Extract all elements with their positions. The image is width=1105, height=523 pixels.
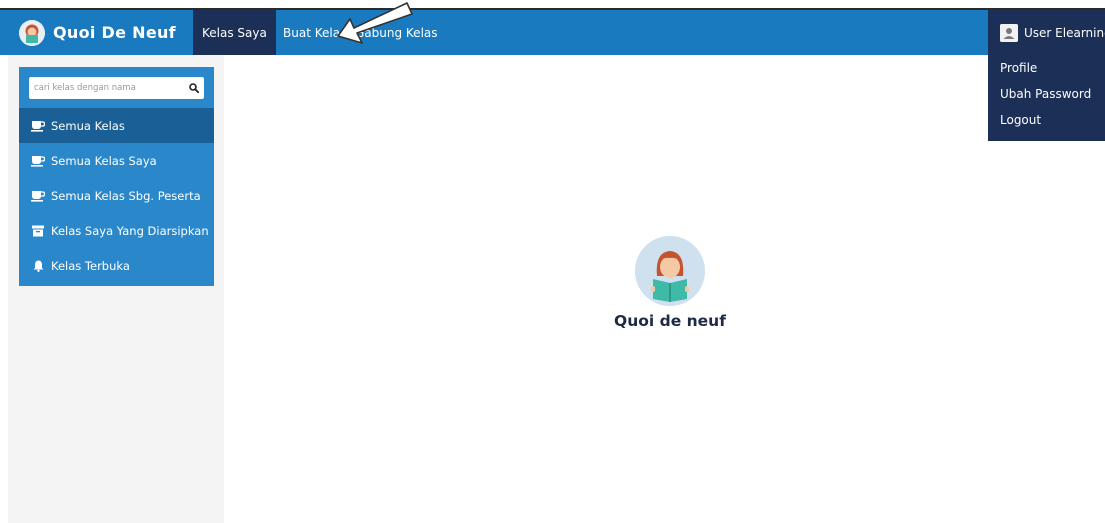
nav-kelas-saya-label: Kelas Saya <box>202 25 267 40</box>
brand-name: Quoi De Neuf <box>53 23 176 42</box>
sidebar-item-label: Semua Kelas Sbg. Peserta <box>51 188 201 203</box>
dropdown-item-ubah-password[interactable]: Ubah Password <box>1000 87 1091 101</box>
nav-kelas-saya[interactable]: Kelas Saya <box>193 10 276 55</box>
sidebar-item-semua-kelas[interactable]: Semua Kelas <box>19 108 214 143</box>
user-menu-toggle[interactable]: User Elearning <box>988 10 1105 55</box>
window-top-border <box>0 0 1105 10</box>
sidebar-item-semua-kelas-saya[interactable]: Semua Kelas Saya <box>19 143 214 178</box>
search-box <box>29 77 204 99</box>
sidebar-item-label: Kelas Terbuka <box>51 258 130 273</box>
brand-logo-icon <box>19 19 45 46</box>
brand[interactable]: Quoi De Neuf <box>19 10 176 55</box>
reading-girl-icon <box>635 236 705 306</box>
empty-state: Quoi de neuf <box>560 236 780 330</box>
nav-gabung-kelas[interactable]: Gabung Kelas <box>355 10 438 55</box>
empty-state-title: Quoi de neuf <box>614 312 726 330</box>
sidebar-item-semua-kelas-sbg-peserta[interactable]: Semua Kelas Sbg. Peserta <box>19 178 214 213</box>
nav-gabung-kelas-label: Gabung Kelas <box>355 25 438 40</box>
sidebar-item-label: Semua Kelas Saya <box>51 153 157 168</box>
cup-icon <box>31 189 45 203</box>
nav-buat-kelas[interactable]: Buat Kelas <box>283 10 346 55</box>
search-input[interactable] <box>29 78 184 98</box>
sidebar-item-label: Semua Kelas <box>51 118 125 133</box>
sidebar: Semua Kelas Semua Kelas Saya Semua Kelas… <box>19 67 214 286</box>
sidebar-item-kelas-terbuka[interactable]: Kelas Terbuka <box>19 248 214 283</box>
search-icon[interactable] <box>184 77 204 99</box>
top-navbar: Quoi De Neuf Kelas Saya Buat Kelas Gabun… <box>0 10 1105 55</box>
dropdown-item-profile[interactable]: Profile <box>1000 61 1037 75</box>
user-name: User Elearning <box>1024 25 1105 40</box>
dropdown-item-logout[interactable]: Logout <box>1000 113 1041 127</box>
nav-buat-kelas-label: Buat Kelas <box>283 25 347 40</box>
sidebar-item-kelas-diarsipkan[interactable]: Kelas Saya Yang Diarsipkan <box>19 213 214 248</box>
sidebar-item-label: Kelas Saya Yang Diarsipkan <box>51 223 209 238</box>
bell-icon <box>31 259 45 273</box>
user-avatar-icon <box>1000 23 1018 42</box>
user-dropdown: User Elearning Profile Ubah Password Log… <box>988 10 1105 141</box>
cup-icon <box>31 119 45 133</box>
cup-icon <box>31 154 45 168</box>
archive-icon <box>31 224 45 238</box>
